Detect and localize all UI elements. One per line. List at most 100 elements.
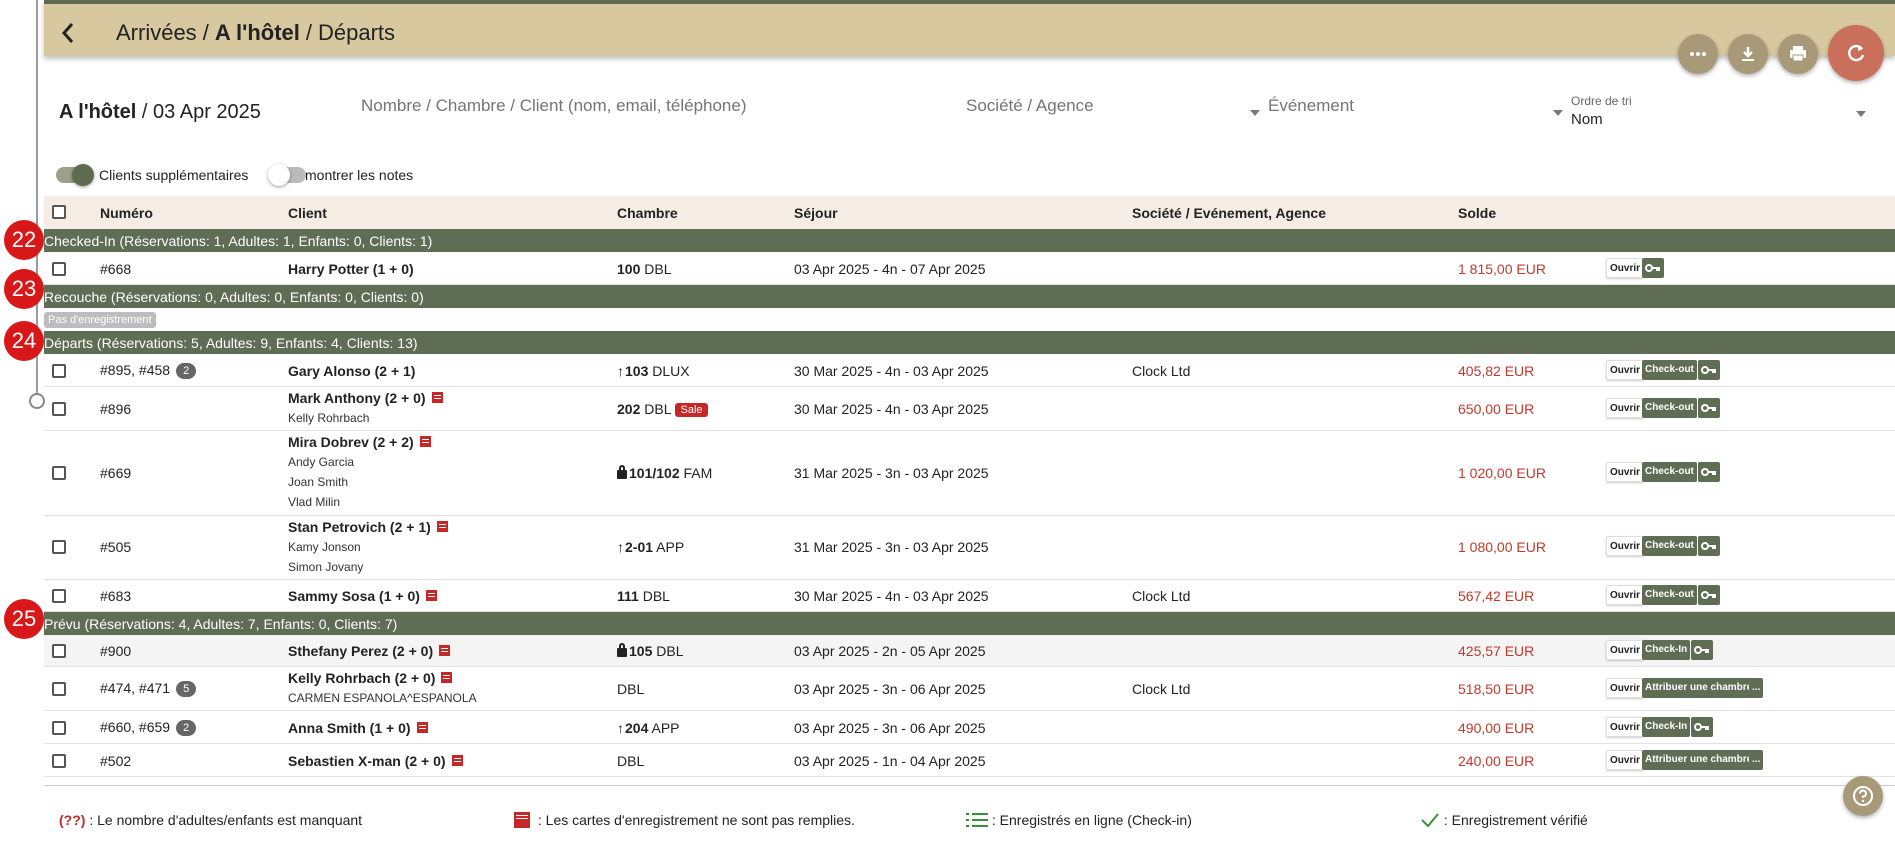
client-name[interactable]: Mark Anthony (2 + 0) xyxy=(288,390,443,406)
column-company[interactable]: Société / Evénement, Agence xyxy=(1132,205,1326,221)
client-name[interactable]: Stan Petrovich (2 + 1) xyxy=(288,519,448,535)
stay: 03 Apr 2025 - 4n - 07 Apr 2025 xyxy=(794,261,986,277)
more-actions-button[interactable]: ... xyxy=(1749,678,1764,698)
event-select[interactable] xyxy=(1268,96,1548,116)
open-button[interactable]: Ouvrir xyxy=(1606,258,1645,278)
count-badge: 2 xyxy=(176,720,197,736)
client-name[interactable]: Mira Dobrev (2 + 2) xyxy=(288,434,431,450)
check-out-button[interactable]: Check-out xyxy=(1642,360,1697,380)
open-button[interactable]: Ouvrir xyxy=(1606,360,1645,380)
group-label: Prévu (Réservations: 4, Adultes: 7, Enfa… xyxy=(44,616,398,632)
open-button[interactable]: Ouvrir xyxy=(1606,462,1645,482)
sort-dropdown-icon[interactable] xyxy=(1856,111,1866,117)
registration-card-icon xyxy=(451,755,463,766)
row-checkbox[interactable] xyxy=(52,754,66,768)
row-checkbox[interactable] xyxy=(52,466,66,480)
key-button[interactable] xyxy=(1691,640,1713,660)
print-button[interactable] xyxy=(1778,34,1818,74)
company-select[interactable] xyxy=(966,96,1246,116)
column-room[interactable]: Chambre xyxy=(617,205,678,221)
open-button[interactable]: Ouvrir xyxy=(1606,536,1645,556)
row-checkbox[interactable] xyxy=(52,540,66,554)
extra-client: Kamy Jonson xyxy=(288,540,361,554)
sort-select[interactable]: Nom xyxy=(1571,111,1603,128)
client-name[interactable]: Sebastien X-man (2 + 0) xyxy=(288,753,463,769)
table-row[interactable]: #502 Sebastien X-man (2 + 0) DBL 03 Apr … xyxy=(44,744,1895,777)
rail-handle[interactable] xyxy=(29,393,45,409)
open-button[interactable]: Ouvrir xyxy=(1606,750,1645,770)
client-name[interactable]: Anna Smith (1 + 0) xyxy=(288,720,428,736)
company-dropdown-icon[interactable] xyxy=(1250,110,1260,116)
row-checkbox[interactable] xyxy=(52,262,66,276)
balance: 1 080,00 EUR xyxy=(1458,539,1546,555)
open-button[interactable]: Ouvrir xyxy=(1606,398,1645,418)
reservation-number: #896 xyxy=(100,401,132,417)
open-button[interactable]: Ouvrir xyxy=(1606,585,1645,605)
row-checkbox[interactable] xyxy=(52,589,66,603)
stay: 30 Mar 2025 - 4n - 03 Apr 2025 xyxy=(794,588,989,604)
row-checkbox[interactable] xyxy=(52,721,66,735)
legend-verified: : Enregistrement vérifié xyxy=(1420,812,1588,828)
back-arrow-icon[interactable] xyxy=(54,18,84,48)
row-checkbox[interactable] xyxy=(52,402,66,416)
extra-clients-toggle[interactable] xyxy=(56,164,94,186)
key-button[interactable] xyxy=(1642,258,1664,278)
key-button[interactable] xyxy=(1698,462,1720,482)
breadcrumb-departures[interactable]: Départs xyxy=(318,20,395,45)
client-name[interactable]: Sammy Sosa (1 + 0) xyxy=(288,588,437,604)
show-notes-toggle[interactable] xyxy=(268,164,306,186)
company: Clock Ltd xyxy=(1132,363,1191,379)
refresh-button[interactable] xyxy=(1828,25,1884,81)
breadcrumb-arrivals[interactable]: Arrivées xyxy=(116,20,197,45)
key-button[interactable] xyxy=(1698,398,1720,418)
client-name[interactable]: Sthefany Perez (2 + 0) xyxy=(288,643,451,659)
check-in-button[interactable]: Check-In xyxy=(1642,640,1691,660)
empty-badge: Pas d'enregistrement xyxy=(44,312,156,328)
key-button[interactable] xyxy=(1698,585,1720,605)
download-icon xyxy=(1742,47,1754,61)
open-button[interactable]: Ouvrir xyxy=(1606,640,1645,660)
breadcrumb: Arrivées / A l'hôtel / Départs xyxy=(116,20,395,46)
select-all-checkbox[interactable] xyxy=(52,205,66,219)
annotation-marker: 24 xyxy=(4,321,44,361)
table-row[interactable]: #474, #471 5 Kelly Rohrbach (2 + 0) CARME… xyxy=(44,667,1895,711)
download-button[interactable] xyxy=(1728,34,1768,74)
table-row[interactable]: #900 Sthefany Perez (2 + 0) 105 DBL 03 A… xyxy=(44,635,1895,667)
assign-room-button[interactable]: Attribuer une chambre xyxy=(1642,750,1756,770)
table-row[interactable]: #669 Mira Dobrev (2 + 2) Andy Garcia Joa… xyxy=(44,431,1895,516)
table-row[interactable]: #683 Sammy Sosa (1 + 0) 111 DBL 30 Mar 2… xyxy=(44,580,1895,612)
column-number[interactable]: Numéro xyxy=(100,205,153,221)
row-checkbox[interactable] xyxy=(52,364,66,378)
assign-room-button[interactable]: Attribuer une chambre xyxy=(1642,678,1756,698)
more-actions-button[interactable]: ... xyxy=(1749,750,1764,770)
row-checkbox[interactable] xyxy=(52,682,66,696)
table-row[interactable]: #668 Harry Potter (1 + 0) 100 DBL 03 Apr… xyxy=(44,252,1895,285)
table-row[interactable]: #505 Stan Petrovich (2 + 1) Kamy Jonson … xyxy=(44,516,1895,580)
client-name[interactable]: Kelly Rohrbach (2 + 0) xyxy=(288,670,453,686)
table-row[interactable]: #660, #659 2 Anna Smith (1 + 0) ↑204 APP … xyxy=(44,711,1895,744)
table-row[interactable]: #895, #458 2 Gary Alonso (2 + 1) ↑103 DLU… xyxy=(44,354,1895,387)
table-row[interactable]: #896 Mark Anthony (2 + 0) Kelly Rohrbach… xyxy=(44,387,1895,431)
open-button[interactable]: Ouvrir xyxy=(1606,678,1645,698)
column-stay[interactable]: Séjour xyxy=(794,205,838,221)
check-out-button[interactable]: Check-out xyxy=(1642,536,1697,556)
column-balance[interactable]: Solde xyxy=(1458,205,1496,221)
search-input[interactable] xyxy=(361,96,921,116)
row-checkbox[interactable] xyxy=(52,644,66,658)
column-client[interactable]: Client xyxy=(288,205,327,221)
open-button[interactable]: Ouvrir xyxy=(1606,717,1645,737)
check-out-button[interactable]: Check-out xyxy=(1642,398,1697,418)
more-button[interactable] xyxy=(1678,34,1718,74)
key-button[interactable] xyxy=(1698,536,1720,556)
check-out-button[interactable]: Check-out xyxy=(1642,462,1697,482)
event-dropdown-icon[interactable] xyxy=(1553,110,1563,116)
room-number: 100 xyxy=(617,261,641,277)
check-out-button[interactable]: Check-out xyxy=(1642,585,1697,605)
key-button[interactable] xyxy=(1691,717,1713,737)
client-name[interactable]: Harry Potter (1 + 0) xyxy=(288,261,414,277)
key-button[interactable] xyxy=(1698,360,1720,380)
breadcrumb-in-hotel[interactable]: A l'hôtel xyxy=(215,20,300,45)
client-name[interactable]: Gary Alonso (2 + 1) xyxy=(288,363,415,379)
help-button[interactable] xyxy=(1843,776,1883,816)
check-in-button[interactable]: Check-In xyxy=(1642,717,1691,737)
